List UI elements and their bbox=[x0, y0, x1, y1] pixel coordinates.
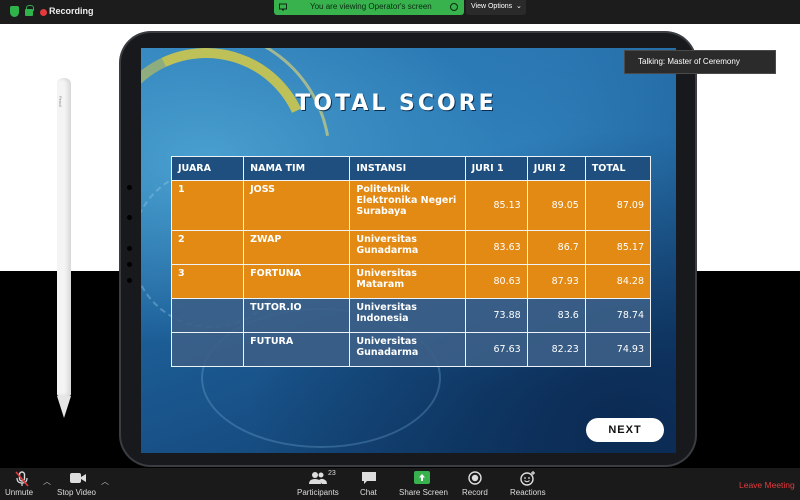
column-header: JUARA bbox=[170, 156, 245, 181]
institution-cell: Universitas Mataram bbox=[349, 264, 466, 299]
rank-cell: 1 bbox=[170, 180, 245, 231]
column-header: NAMA TIM bbox=[243, 156, 351, 181]
table-row: TUTOR.IO Universitas Indonesia 73.88 83.… bbox=[170, 298, 652, 333]
participants-label: Participants bbox=[297, 488, 339, 497]
active-speaker-indicator: Talking: Master of Ceremony bbox=[624, 50, 776, 74]
table-row: 1 JOSS Politeknik Elektronika Negeri Sur… bbox=[170, 180, 652, 231]
total-cell: 85.17 bbox=[584, 230, 652, 265]
screen-share-icon bbox=[279, 3, 287, 11]
judge2-cell: 86.7 bbox=[526, 230, 586, 265]
participants-button[interactable]: 23 Participants bbox=[295, 468, 341, 500]
chat-button[interactable]: Chat bbox=[356, 468, 382, 500]
judge2-cell: 83.6 bbox=[526, 298, 586, 333]
annotate-icon[interactable] bbox=[450, 3, 458, 11]
table-row: 2 ZWAP Universitas Gunadarma 83.63 86.7 … bbox=[170, 230, 652, 265]
judge2-cell: 87.93 bbox=[526, 264, 586, 299]
team-cell: TUTOR.IO bbox=[243, 298, 351, 333]
judge1-cell: 67.63 bbox=[464, 332, 528, 367]
chevron-down-icon: ⌄ bbox=[516, 3, 522, 10]
unmute-button[interactable]: Unmute bbox=[4, 468, 40, 500]
video-camera-icon bbox=[70, 473, 86, 483]
team-cell: JOSS bbox=[243, 180, 351, 231]
smiley-reaction-icon bbox=[520, 471, 535, 486]
judge2-cell: 89.05 bbox=[526, 180, 586, 231]
rank-cell: 3 bbox=[170, 264, 245, 299]
next-button[interactable]: NEXT bbox=[586, 418, 664, 442]
column-header: TOTAL bbox=[584, 156, 652, 181]
tablet-camera-dot bbox=[127, 278, 132, 283]
total-cell: 87.09 bbox=[584, 180, 652, 231]
share-screen-label: Share Screen bbox=[399, 488, 448, 497]
stop-video-label: Stop Video bbox=[57, 488, 96, 497]
record-label: Record bbox=[462, 488, 488, 497]
recording-dot-icon bbox=[40, 9, 47, 16]
rank-cell bbox=[170, 298, 245, 333]
stylus-pencil-image bbox=[57, 78, 71, 396]
reactions-label: Reactions bbox=[510, 488, 546, 497]
meeting-top-bar: Recording You are viewing Operator's scr… bbox=[0, 0, 800, 24]
total-cell: 84.28 bbox=[584, 264, 652, 299]
table-header-row: JUARA NAMA TIM INSTANSI JURI 1 JURI 2 TO… bbox=[170, 156, 652, 181]
judge1-cell: 83.63 bbox=[464, 230, 528, 265]
participants-count: 23 bbox=[328, 470, 336, 477]
total-cell: 78.74 bbox=[584, 298, 652, 333]
record-icon bbox=[468, 471, 482, 485]
encryption-shield-icon[interactable] bbox=[10, 6, 19, 17]
judge2-cell: 82.23 bbox=[526, 332, 586, 367]
team-cell: FUTURA bbox=[243, 332, 351, 367]
column-header: JURI 1 bbox=[464, 156, 528, 181]
unmute-label: Unmute bbox=[5, 488, 34, 497]
table-row: FUTURA Universitas Gunadarma 67.63 82.23… bbox=[170, 332, 652, 367]
institution-cell: Politeknik Elektronika Negeri Surabaya bbox=[349, 180, 466, 231]
team-cell: ZWAP bbox=[243, 230, 351, 265]
judge1-cell: 80.63 bbox=[464, 264, 528, 299]
institution-cell: Universitas Indonesia bbox=[349, 298, 466, 333]
team-cell: FORTUNA bbox=[243, 264, 351, 299]
tablet-camera-dot bbox=[127, 262, 132, 267]
share-screen-icon bbox=[414, 471, 430, 484]
microphone-muted-icon bbox=[15, 471, 29, 487]
view-options-button[interactable]: View Options ⌄ bbox=[466, 0, 526, 15]
tablet-camera-dot bbox=[127, 246, 132, 251]
participants-icon bbox=[309, 472, 327, 484]
rank-cell: 2 bbox=[170, 230, 245, 265]
judge1-cell: 85.13 bbox=[464, 180, 528, 231]
total-cell: 74.93 bbox=[584, 332, 652, 367]
rank-cell bbox=[170, 332, 245, 367]
pencil-brand-text: Pencil bbox=[58, 96, 63, 107]
column-header: INSTANSI bbox=[349, 156, 466, 181]
judge1-cell: 73.88 bbox=[464, 298, 528, 333]
institution-cell: Universitas Gunadarma bbox=[349, 230, 466, 265]
score-table: JUARA NAMA TIM INSTANSI JURI 1 JURI 2 TO… bbox=[170, 156, 652, 367]
viewing-screen-text: You are viewing Operator's screen bbox=[310, 2, 432, 11]
record-button[interactable]: Record bbox=[461, 468, 489, 500]
chat-bubble-icon bbox=[362, 472, 376, 484]
video-options-caret-icon[interactable]: ︿ bbox=[101, 476, 109, 487]
viewing-screen-banner: You are viewing Operator's screen bbox=[274, 0, 464, 15]
tablet-camera-dot bbox=[127, 215, 132, 220]
share-screen-button[interactable]: Share Screen bbox=[397, 468, 448, 500]
chat-label: Chat bbox=[360, 488, 377, 497]
reactions-button[interactable]: Reactions bbox=[509, 468, 546, 500]
meeting-toolbar: Unmute ︿ Stop Video ︿ 23 Participants Ch… bbox=[0, 468, 800, 500]
lock-icon bbox=[25, 5, 34, 16]
audio-options-caret-icon[interactable]: ︿ bbox=[43, 476, 51, 487]
view-options-label: View Options bbox=[471, 3, 513, 10]
recording-label: Recording bbox=[49, 6, 94, 16]
presentation-slide: TOTAL SCORE JUARA NAMA TIM INSTANSI JURI… bbox=[141, 48, 676, 453]
institution-cell: Universitas Gunadarma bbox=[349, 332, 466, 367]
column-header: JURI 2 bbox=[526, 156, 586, 181]
table-row: 3 FORTUNA Universitas Mataram 80.63 87.9… bbox=[170, 264, 652, 299]
leave-meeting-button[interactable]: Leave Meeting bbox=[739, 480, 795, 490]
stop-video-button[interactable]: Stop Video bbox=[55, 468, 101, 500]
stylus-tip bbox=[57, 396, 71, 418]
tablet-camera-dot bbox=[127, 185, 132, 190]
slide-title: TOTAL SCORE bbox=[295, 91, 497, 116]
